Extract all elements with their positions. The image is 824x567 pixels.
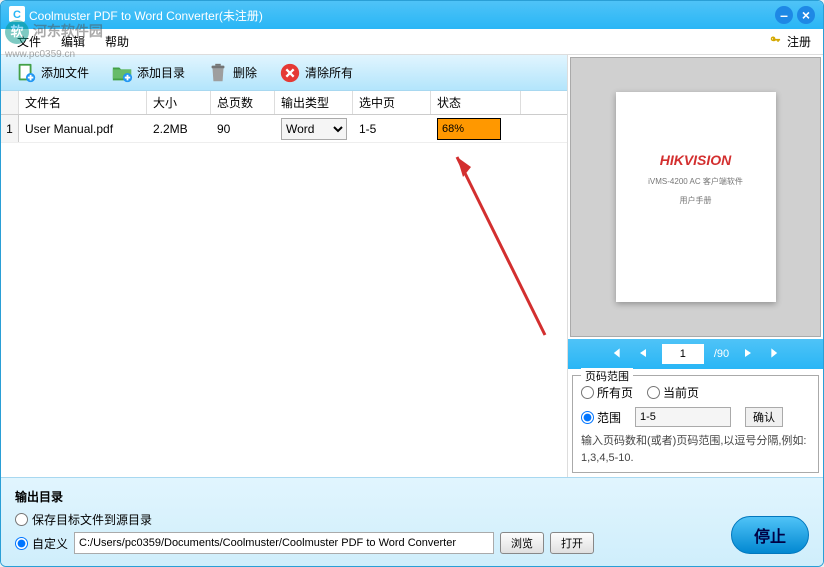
cell-index: 1 — [1, 115, 19, 142]
add-file-icon — [15, 62, 37, 84]
col-index — [1, 91, 19, 114]
register-label: 注册 — [787, 33, 811, 50]
range-input[interactable] — [635, 407, 731, 427]
clear-label: 清除所有 — [305, 64, 353, 81]
open-button[interactable]: 打开 — [550, 532, 594, 554]
range-all-option[interactable]: 所有页 — [581, 384, 633, 401]
col-filename: 文件名 — [19, 91, 147, 114]
menu-file[interactable]: 文件 — [7, 30, 51, 53]
menu-edit[interactable]: 编辑 — [51, 30, 95, 53]
titlebar: C Coolmuster PDF to Word Converter(未注册) … — [1, 1, 823, 29]
output-source-radio[interactable] — [15, 513, 28, 526]
col-pages: 总页数 — [211, 91, 275, 114]
browse-button[interactable]: 浏览 — [500, 532, 544, 554]
first-page-button[interactable] — [606, 346, 624, 363]
range-current-option[interactable]: 当前页 — [647, 384, 699, 401]
window-title: Coolmuster PDF to Word Converter(未注册) — [29, 7, 771, 24]
add-folder-icon — [111, 62, 133, 84]
progress-badge: 68% — [437, 118, 501, 140]
output-type-select[interactable]: Word — [281, 118, 347, 140]
col-status: 状态 — [431, 91, 521, 114]
menubar: 文件 编辑 帮助 注册 — [1, 29, 823, 55]
stop-button[interactable]: 停止 — [731, 516, 809, 554]
preview-brand: HIKVISION — [626, 152, 766, 168]
bottom-panel: 输出目录 保存目标文件到源目录 自定义 浏览 打开 停止 — [1, 477, 823, 566]
cell-selected: 1-5 — [353, 115, 431, 142]
output-source-option[interactable]: 保存目标文件到源目录 — [15, 511, 152, 528]
toolbar: 添加文件 添加目录 删除 — [1, 55, 567, 91]
key-icon — [769, 33, 783, 50]
page-range-panel: 页码范围 所有页 当前页 范围 — [572, 375, 819, 473]
cell-type: Word — [275, 115, 353, 142]
add-folder-label: 添加目录 — [137, 64, 185, 81]
add-file-label: 添加文件 — [41, 64, 89, 81]
next-page-button[interactable] — [739, 346, 757, 362]
delete-label: 删除 — [233, 64, 257, 81]
last-page-button[interactable] — [767, 346, 785, 363]
app-icon: C — [9, 6, 25, 25]
minimize-button[interactable]: – — [775, 6, 793, 24]
preview-area: HIKVISION iVMS-4200 AC 客户端软件 用户手册 — [570, 57, 821, 337]
add-folder-button[interactable]: 添加目录 — [103, 59, 193, 87]
col-selected: 选中页 — [353, 91, 431, 114]
output-title: 输出目录 — [15, 488, 731, 505]
output-custom-radio[interactable] — [15, 537, 28, 550]
cell-size: 2.2MB — [147, 115, 211, 142]
clear-all-button[interactable]: 清除所有 — [271, 59, 361, 87]
output-custom-option[interactable]: 自定义 — [15, 535, 68, 552]
preview-subtitle2: 用户手册 — [626, 195, 766, 206]
clear-icon — [279, 62, 301, 84]
table-row[interactable]: 1 User Manual.pdf 2.2MB 90 Word 1-5 68% — [1, 115, 567, 143]
cell-name: User Manual.pdf — [19, 115, 147, 142]
col-size: 大小 — [147, 91, 211, 114]
preview-page: HIKVISION iVMS-4200 AC 客户端软件 用户手册 — [616, 92, 776, 302]
trash-icon — [207, 62, 229, 84]
output-area: 输出目录 保存目标文件到源目录 自定义 浏览 打开 — [15, 488, 731, 554]
close-button[interactable]: × — [797, 6, 815, 24]
svg-text:C: C — [13, 9, 21, 21]
register-link[interactable]: 注册 — [769, 33, 811, 50]
table-header: 文件名 大小 总页数 输出类型 选中页 状态 — [1, 91, 567, 115]
preview-subtitle: iVMS-4200 AC 客户端软件 — [626, 176, 766, 187]
cell-pages: 90 — [211, 115, 275, 142]
output-path-input[interactable] — [74, 532, 494, 554]
range-custom-option[interactable]: 范围 — [581, 409, 621, 426]
add-file-button[interactable]: 添加文件 — [7, 59, 97, 87]
prev-page-button[interactable] — [634, 346, 652, 362]
page-total: /90 — [714, 348, 729, 360]
pager: /90 — [568, 339, 823, 369]
table-body: 1 User Manual.pdf 2.2MB 90 Word 1-5 68% — [1, 115, 567, 477]
range-custom-radio[interactable] — [581, 411, 594, 424]
delete-button[interactable]: 删除 — [199, 59, 265, 87]
side-panel: HIKVISION iVMS-4200 AC 客户端软件 用户手册 /90 — [568, 55, 823, 477]
page-input[interactable] — [662, 344, 704, 364]
range-hint: 输入页码数和(或者)页码范围,以逗号分隔,例如: 1,3,4,5-10. — [581, 433, 810, 466]
range-all-radio[interactable] — [581, 386, 594, 399]
cell-status: 68% — [431, 115, 521, 142]
main-panel: 添加文件 添加目录 删除 — [1, 55, 568, 477]
range-legend: 页码范围 — [581, 368, 633, 384]
col-type: 输出类型 — [275, 91, 353, 114]
range-confirm-button[interactable]: 确认 — [745, 407, 783, 427]
menu-help[interactable]: 帮助 — [95, 30, 139, 53]
range-current-radio[interactable] — [647, 386, 660, 399]
